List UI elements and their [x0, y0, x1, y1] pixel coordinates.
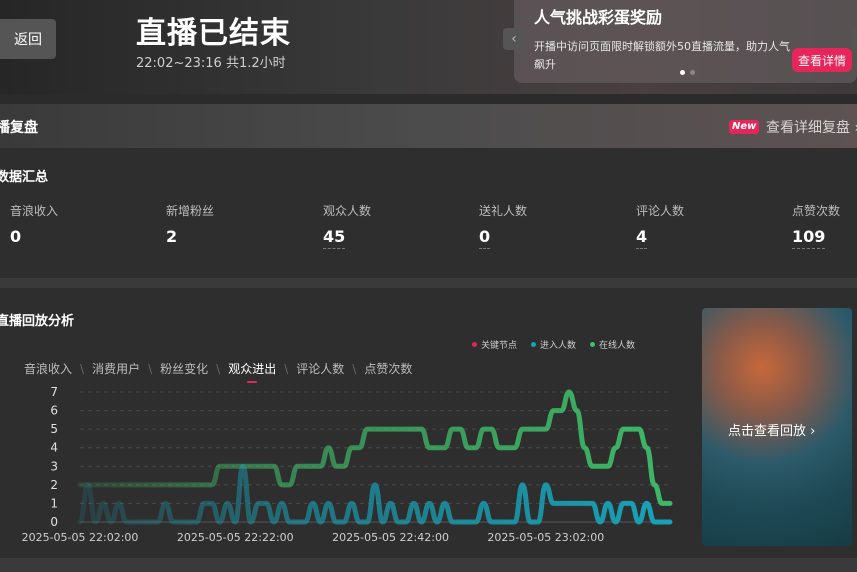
tab-fan-change[interactable]: 粉丝变化: [160, 360, 208, 377]
live-time-range: 22:02~23:16 共1.2小时: [136, 56, 286, 71]
page-title: 直播已结束: [136, 16, 291, 51]
stat-value: 4: [636, 227, 648, 249]
promo-card[interactable]: 人气挑战彩蛋奖励 开播中访问页面限时解锁额外50直播流量，助力人气飙升 查看详情: [514, 0, 857, 83]
tab-separator: \: [284, 361, 289, 376]
tab-separator: \: [80, 361, 85, 376]
bottom-divider: [0, 558, 857, 572]
stat-value: 0: [10, 227, 22, 246]
tab-separator: \: [216, 361, 221, 376]
x-tick-label: 2025-05-05 22:22:00: [177, 531, 294, 544]
carousel-dots: [680, 70, 695, 75]
stat-item: 新增粉丝 2: [166, 202, 214, 246]
stat-item[interactable]: 评论人数 4: [636, 202, 684, 249]
tab-separator: \: [148, 361, 153, 376]
view-detailed-review-link[interactable]: 查看详细复盘 ›: [766, 117, 857, 137]
replay-thumbnail[interactable]: 点击查看回放 ›: [702, 308, 852, 546]
promo-description: 开播中访问页面限时解锁额外50直播流量，助力人气飙升: [534, 40, 790, 71]
tab-paying-users[interactable]: 消费用户: [92, 360, 140, 377]
y-tick-label: 5: [50, 422, 58, 436]
replay-analysis-section: 直播回放分析 关键节点 进入人数 在线人数 音浪收入 \ 消费用户 \ 粉丝变化…: [0, 288, 857, 558]
x-tick-label: 2025-05-05 22:02:00: [22, 531, 139, 544]
legend-item: 关键节点: [472, 338, 517, 351]
tab-viewer-flow[interactable]: 观众进出: [228, 360, 276, 383]
summary-title: 数据汇总: [0, 170, 49, 185]
review-bar: 播复盘 New 查看详细复盘 ›: [0, 104, 857, 148]
y-tick-label: 2: [50, 478, 58, 492]
back-button[interactable]: 返回: [0, 19, 56, 59]
tab-commenters[interactable]: 评论人数: [296, 360, 344, 377]
y-tick-label: 7: [50, 385, 58, 399]
y-tick-label: 6: [50, 404, 58, 418]
stat-label: 音浪收入: [10, 204, 59, 218]
analysis-title: 直播回放分析: [0, 314, 75, 329]
x-tick-label: 2025-05-05 23:02:00: [487, 531, 604, 544]
chevron-left-icon[interactable]: ‹: [503, 28, 525, 50]
entry-count-line: [77, 463, 673, 525]
chevron-right-icon[interactable]: [852, 28, 857, 50]
y-tick-label: 3: [50, 459, 58, 473]
view-replay-link[interactable]: 点击查看回放 ›: [728, 420, 815, 439]
tab-income[interactable]: 音浪收入: [24, 360, 72, 377]
stat-item: 音浪收入 0: [10, 202, 58, 246]
chart-legend: 关键节点 进入人数 在线人数: [472, 338, 635, 351]
live-header: 返回 直播已结束 22:02~23:16 共1.2小时 人气挑战彩蛋奖励 开播中…: [0, 0, 857, 94]
stat-value: 45: [323, 227, 346, 249]
stat-item[interactable]: 观众人数 45: [323, 202, 371, 249]
tab-likes[interactable]: 点赞次数: [364, 360, 412, 377]
stat-value: 109: [792, 227, 826, 249]
legend-item: 进入人数: [531, 338, 576, 351]
data-summary-section: 数据汇总 音浪收入 0 新增粉丝 2 观众人数 45 送礼人数 0 评论人数 4…: [0, 148, 857, 278]
tab-separator: \: [352, 361, 357, 376]
legend-dot: [590, 342, 596, 347]
x-tick-label: 2025-05-05 22:42:00: [332, 531, 449, 544]
stat-label: 新增粉丝: [166, 204, 215, 218]
stat-value: 0: [479, 227, 491, 249]
stat-label: 点赞次数: [792, 204, 841, 218]
stat-value: 2: [166, 227, 178, 246]
legend-dot: [472, 342, 477, 347]
y-tick-label: 0: [50, 515, 58, 529]
legend-item: 在线人数: [590, 338, 635, 351]
stat-label: 评论人数: [636, 204, 685, 218]
analysis-tabs: 音浪收入 \ 消费用户 \ 粉丝变化 \ 观众进出 \ 评论人数 \ 点赞次数: [24, 360, 412, 383]
stat-item[interactable]: 点赞次数 109: [792, 202, 840, 249]
carousel-dot[interactable]: [690, 70, 695, 75]
carousel-dot[interactable]: [680, 70, 685, 75]
new-badge: New: [729, 120, 760, 134]
view-details-button[interactable]: 查看详情: [792, 48, 852, 72]
viewer-flow-chart[interactable]: 0 1 2 3 4 5 6 7 2025-05-05 22:02:00 2025-05-05 22…: [0, 376, 700, 546]
review-title: 播复盘: [0, 120, 38, 136]
legend-label: 在线人数: [599, 341, 636, 351]
y-tick-label: 4: [50, 441, 58, 455]
stat-item[interactable]: 送礼人数 0: [479, 202, 527, 249]
stat-label: 观众人数: [323, 204, 372, 218]
legend-label: 关键节点: [481, 341, 518, 351]
legend-label: 进入人数: [540, 341, 577, 351]
y-tick-label: 1: [50, 496, 58, 510]
section-divider: [0, 278, 857, 288]
promo-title: 人气挑战彩蛋奖励: [534, 8, 663, 27]
stat-label: 送礼人数: [479, 204, 528, 218]
legend-dot: [531, 342, 537, 347]
